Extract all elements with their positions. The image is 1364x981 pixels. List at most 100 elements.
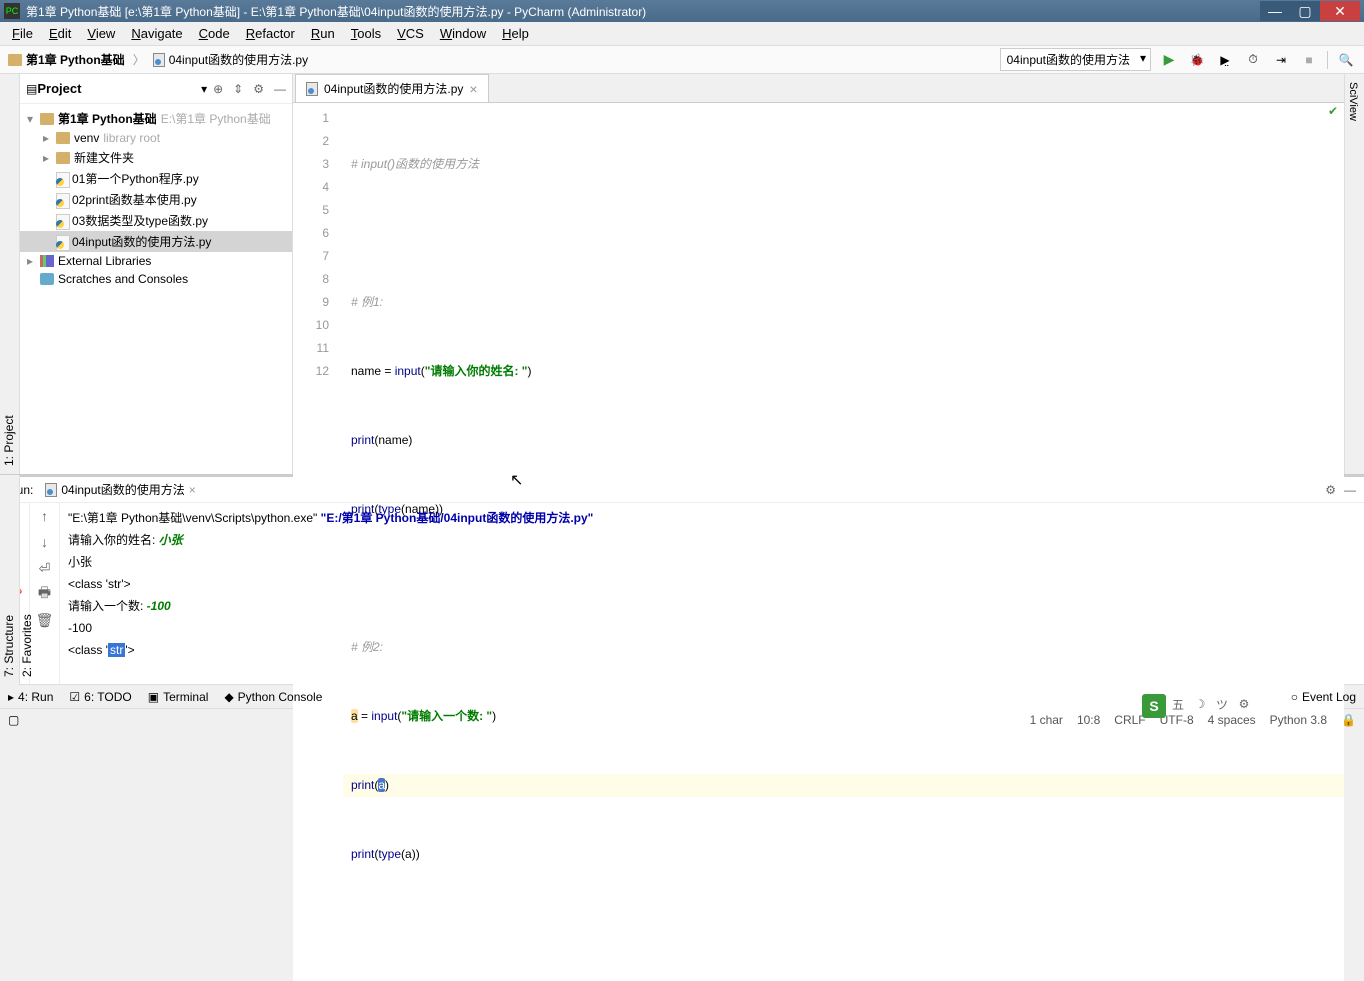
menu-help[interactable]: Help (494, 24, 537, 43)
tree-label: 04input函数的使用方法.py (72, 233, 211, 250)
tree-venv[interactable]: ▸ venv library root (20, 129, 292, 147)
debug-button[interactable]: 🐞 (1187, 50, 1207, 70)
delete-button[interactable]: 🗑 (36, 611, 54, 629)
structure-tool-tab[interactable]: 7: Structure (0, 475, 18, 685)
python-file-icon (45, 483, 57, 497)
menu-window[interactable]: Window (432, 24, 494, 43)
expand-icon[interactable]: ▸ (24, 254, 36, 268)
ime-mode[interactable]: 五 (1168, 694, 1188, 714)
ime-indicator: S 五 ☽ ツ ⚙ (1142, 694, 1254, 718)
tree-file[interactable]: 02print函数基本使用.py (20, 189, 292, 210)
status-icon[interactable]: ▢ (8, 713, 28, 727)
python-file-icon (56, 214, 68, 228)
expand-icon[interactable]: ▾ (24, 112, 36, 126)
terminal-tool-tab[interactable]: ▣Terminal (148, 690, 209, 704)
coverage-button[interactable]: ▶̤ (1215, 50, 1235, 70)
tree-label: 02print函数基本使用.py (72, 191, 197, 208)
minimize-button[interactable]: — (1260, 1, 1290, 21)
project-title[interactable]: Project (37, 81, 201, 96)
navigation-bar: 第1章 Python基础 〉 04input函数的使用方法.py 04input… (0, 46, 1364, 74)
menu-view[interactable]: View (79, 24, 123, 43)
run-config-name: 04input函数的使用方法 (1007, 53, 1130, 67)
tree-scratches[interactable]: Scratches and Consoles (20, 270, 292, 288)
favorites-tool-tab[interactable]: 2: Favorites (18, 475, 36, 685)
tree-label: 03数据类型及type函数.py (72, 212, 208, 229)
menu-navigate[interactable]: Navigate (123, 24, 190, 43)
hide-icon[interactable]: — (274, 82, 286, 96)
tab-label: 04input函数的使用方法.py (324, 80, 463, 97)
code-editor[interactable]: 123 456 789 101112 # input()函数的使用方法 # 例1… (293, 103, 1344, 981)
window-controls: — ▢ ✕ (1260, 1, 1360, 21)
python-file-icon (306, 82, 318, 96)
ime-logo[interactable]: S (1142, 694, 1166, 718)
print-button[interactable]: 🖶 (36, 585, 54, 603)
hide-icon[interactable]: — (1344, 483, 1356, 497)
scratch-icon (40, 273, 54, 285)
search-everywhere-button[interactable]: 🔍 (1336, 50, 1356, 70)
separator (1327, 51, 1328, 69)
left-tool-strip: 1: Project (0, 74, 20, 474)
profile-button[interactable]: ⏱ (1243, 50, 1263, 70)
tree-label: 01第一个Python程序.py (72, 170, 199, 187)
collapse-icon[interactable]: ⇕ (233, 82, 243, 96)
folder-icon (8, 54, 22, 66)
breadcrumb-separator-icon: 〉 (133, 51, 145, 68)
sciview-tool-tab[interactable]: SciView (1345, 74, 1361, 474)
todo-icon: ☑ (69, 690, 80, 704)
stop-button[interactable]: ■ (1299, 50, 1319, 70)
tree-root[interactable]: ▾ 第1章 Python基础 E:\第1章 Python基础 (20, 108, 292, 129)
window-title: 第1章 Python基础 [e:\第1章 Python基础] - E:\第1章 … (26, 3, 1260, 20)
library-icon (40, 255, 54, 267)
menu-edit[interactable]: Edit (41, 24, 79, 43)
breadcrumb[interactable]: 第1章 Python基础 〉 04input函数的使用方法.py (8, 51, 308, 68)
wrap-button[interactable]: ⏎ (36, 559, 54, 577)
chevron-down-icon: ▾ (1140, 51, 1146, 65)
ime-face-icon[interactable]: ツ (1212, 694, 1232, 714)
project-panel: ▤ Project ▾ ⊕ ⇕ ⚙ — ▾ 第1章 Python基础 E:\第1… (20, 74, 293, 474)
inspections-ok-icon[interactable]: ✔ (1328, 104, 1338, 118)
tree-ext-libs[interactable]: ▸ External Libraries (20, 252, 292, 270)
locate-icon[interactable]: ⊕ (213, 82, 223, 96)
chevron-down-icon[interactable]: ▾ (201, 82, 207, 96)
run-tab-label: 04input函数的使用方法 (61, 481, 184, 498)
settings-icon[interactable]: ⚙ (253, 82, 264, 96)
todo-tool-tab[interactable]: ☑6: TODO (69, 690, 131, 704)
run-tool-tab[interactable]: ▸4: Run (8, 690, 53, 704)
up-button[interactable]: ↑ (36, 507, 54, 525)
run-config-dropdown[interactable]: 04input函数的使用方法 ▾ (1000, 48, 1151, 71)
tree-file[interactable]: 01第一个Python程序.py (20, 168, 292, 189)
menu-file[interactable]: File (4, 24, 41, 43)
menu-code[interactable]: Code (191, 24, 238, 43)
tree-file[interactable]: 03数据类型及type函数.py (20, 210, 292, 231)
tree-hint: library root (103, 131, 160, 145)
close-button[interactable]: ✕ (1320, 1, 1360, 21)
tree-file-selected[interactable]: 04input函数的使用方法.py (20, 231, 292, 252)
attach-button[interactable]: ⇥ (1271, 50, 1291, 70)
ime-moon-icon[interactable]: ☽ (1190, 694, 1210, 714)
menu-tools[interactable]: Tools (343, 24, 389, 43)
tree-folder-new[interactable]: ▸ 新建文件夹 (20, 147, 292, 168)
expand-icon[interactable]: ▸ (40, 151, 52, 165)
close-icon[interactable]: × (189, 483, 196, 497)
run-button[interactable]: ▶ (1159, 50, 1179, 70)
maximize-button[interactable]: ▢ (1290, 1, 1320, 21)
tree-label: External Libraries (58, 254, 151, 268)
project-tree[interactable]: ▾ 第1章 Python基础 E:\第1章 Python基础 ▸ venv li… (20, 104, 292, 292)
close-icon[interactable]: × (469, 81, 477, 97)
expand-icon[interactable]: ▸ (40, 131, 52, 145)
project-tool-tab[interactable]: 1: Project (0, 74, 18, 474)
down-button[interactable]: ↓ (36, 533, 54, 551)
python-file-icon (56, 235, 68, 249)
menu-refactor[interactable]: Refactor (238, 24, 303, 43)
folder-icon (56, 152, 70, 164)
app-icon: PC (4, 3, 20, 19)
editor-tab[interactable]: 04input函数的使用方法.py × (295, 74, 489, 102)
menu-vcs[interactable]: VCS (389, 24, 432, 43)
breadcrumb-file: 04input函数的使用方法.py (169, 51, 308, 68)
ime-gear-icon[interactable]: ⚙ (1234, 694, 1254, 714)
python-console-tool-tab[interactable]: ◆Python Console (224, 690, 322, 704)
code-content[interactable]: # input()函数的使用方法 # 例1: name = input("请输入… (343, 103, 1344, 981)
menu-run[interactable]: Run (303, 24, 343, 43)
run-tab[interactable]: 04input函数的使用方法 × (41, 479, 199, 500)
tree-label: Scratches and Consoles (58, 272, 188, 286)
